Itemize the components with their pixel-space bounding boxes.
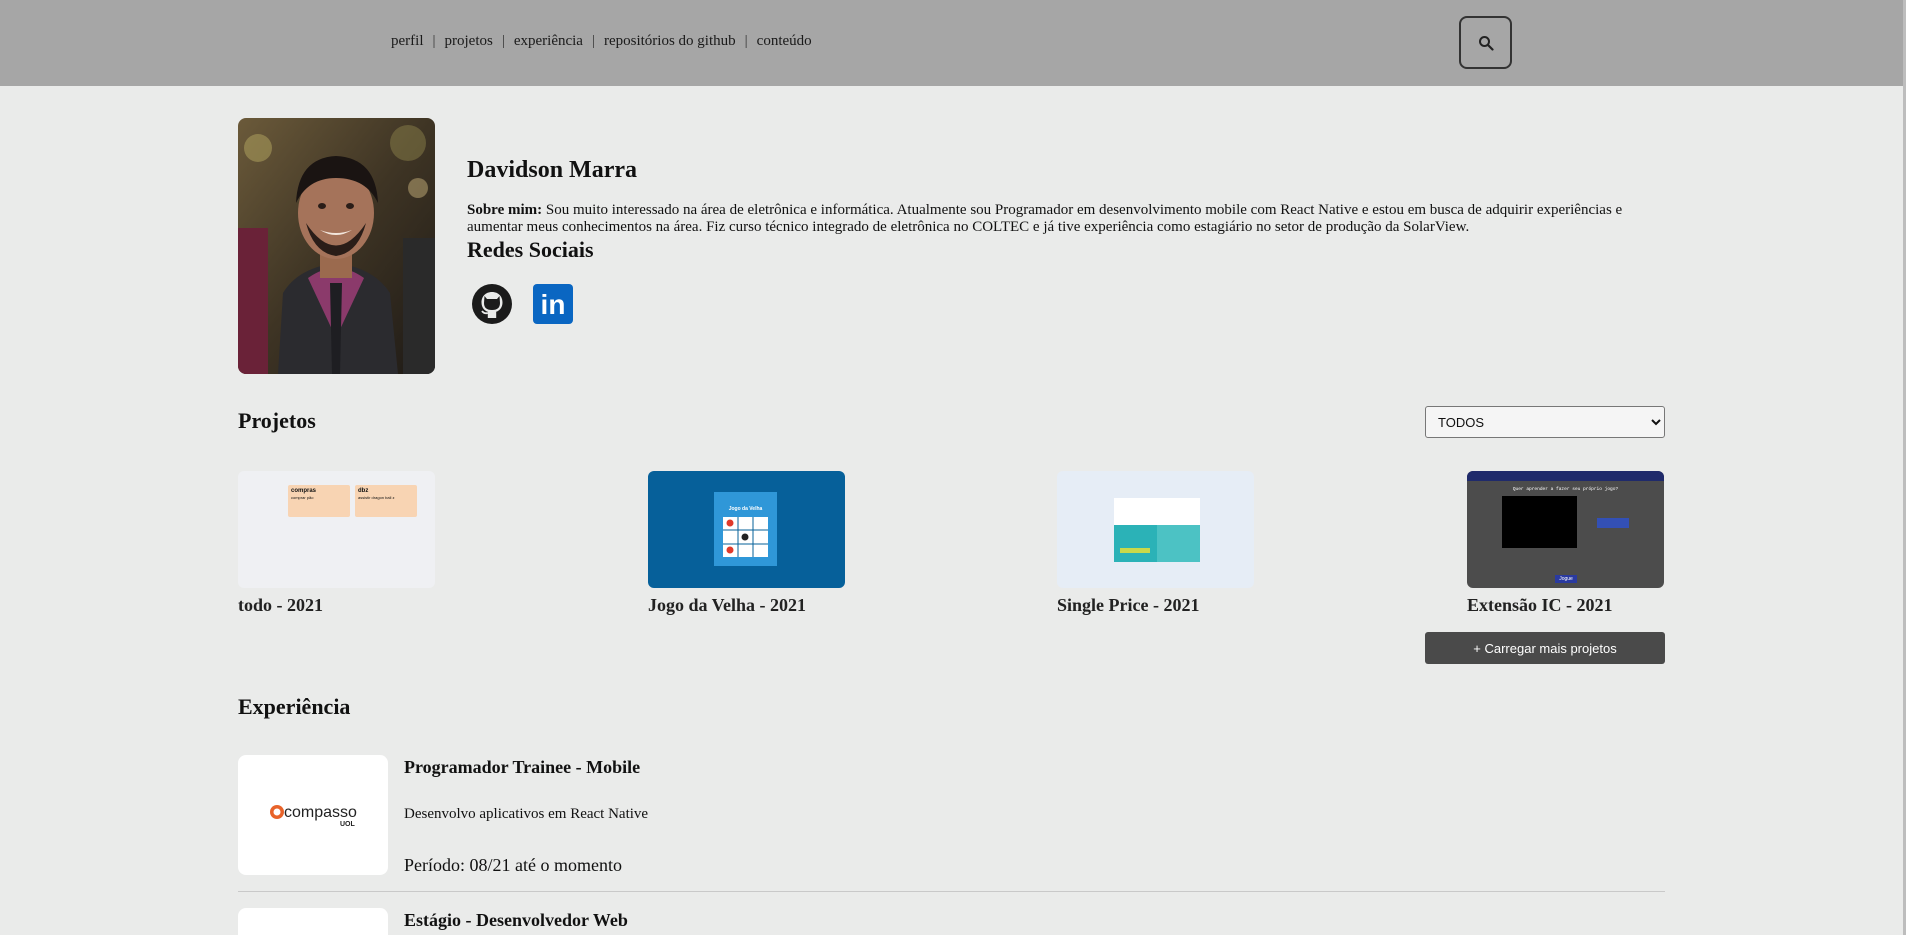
projects-filter-select[interactable]: TODOS — [1425, 406, 1665, 438]
main-nav: perfil | projetos | experiência | reposi… — [391, 33, 812, 50]
company-logo-sub: UOL — [340, 821, 356, 828]
project-caption: Jogo da Velha - 2021 — [648, 595, 807, 615]
nav-link-conteudo[interactable]: conteúdo — [757, 33, 812, 50]
project-caption: Single Price - 2021 — [1057, 595, 1200, 615]
experience-role: Estágio - Desenvolvedor Web — [404, 910, 628, 930]
company-logo-compasso: compasso UOL — [238, 755, 388, 875]
nav-separator: | — [432, 33, 436, 49]
nav-link-experiencia[interactable]: experiência — [514, 33, 583, 50]
experience-divider — [238, 891, 1665, 892]
github-icon — [472, 284, 512, 324]
about-text: Sou muito interessado na área de eletrôn… — [467, 202, 1623, 235]
experience-description: Desenvolvo aplicativos em React Native — [404, 806, 649, 822]
nav-link-perfil[interactable]: perfil — [391, 33, 423, 50]
linkedin-link[interactable]: in — [533, 284, 573, 324]
project-caption: Extensão IC - 2021 — [1467, 595, 1613, 615]
project-thumbnail: compras comprar pão dbz assistir dragon … — [238, 471, 435, 588]
nav-link-projetos[interactable]: projetos — [445, 33, 493, 50]
project-card-todo[interactable]: compras comprar pão dbz assistir dragon … — [238, 471, 435, 615]
about-label: Sobre mim: — [467, 202, 543, 218]
board-thumb: Jogo da Velha — [714, 492, 777, 566]
load-more-projects-button[interactable]: + Carregar mais projetos — [1425, 632, 1665, 664]
linkedin-icon-text: in — [541, 289, 566, 320]
social-title: Redes Sociais — [467, 237, 594, 262]
search-icon — [1478, 35, 1494, 51]
nav-link-repositorios[interactable]: repositórios do github — [604, 33, 736, 50]
project-card-jogo-da-velha[interactable]: Jogo da Velha Jogo da Velha - 2021 — [648, 471, 845, 615]
linkedin-icon: in — [533, 284, 573, 324]
experience-role: Programador Trainee - Mobile — [404, 757, 641, 777]
nav-separator: | — [744, 33, 748, 49]
todo-card-thumb: compras comprar pão — [288, 485, 350, 517]
projects-title: Projetos — [238, 408, 316, 433]
top-navigation-bar: perfil | projetos | experiência | reposi… — [0, 0, 1906, 86]
project-thumbnail: Quer aprender a fazer seu próprio jogo? … — [1467, 471, 1664, 588]
search-button[interactable] — [1459, 16, 1512, 69]
company-logo-text: compasso — [284, 804, 357, 821]
experience-period: Período: 08/21 até o momento — [404, 855, 622, 875]
nav-separator: | — [591, 33, 595, 49]
project-card-extensao-ic[interactable]: Quer aprender a fazer seu próprio jogo? … — [1467, 471, 1664, 615]
project-caption: todo - 2021 — [238, 595, 323, 615]
profile-photo — [238, 118, 435, 374]
company-logo — [238, 908, 388, 935]
project-card-single-price[interactable]: Single Price - 2021 — [1057, 471, 1254, 615]
project-thumbnail: Jogo da Velha — [648, 471, 845, 588]
project-thumbnail — [1057, 471, 1254, 588]
todo-card-thumb: dbz assistir dragon ball z — [355, 485, 417, 517]
experience-title: Experiência — [238, 694, 351, 719]
profile-about: Sobre mim: Sou muito interessado na área… — [467, 202, 1647, 236]
profile-name: Davidson Marra — [467, 157, 637, 183]
github-link[interactable] — [471, 283, 513, 325]
nav-separator: | — [501, 33, 505, 49]
